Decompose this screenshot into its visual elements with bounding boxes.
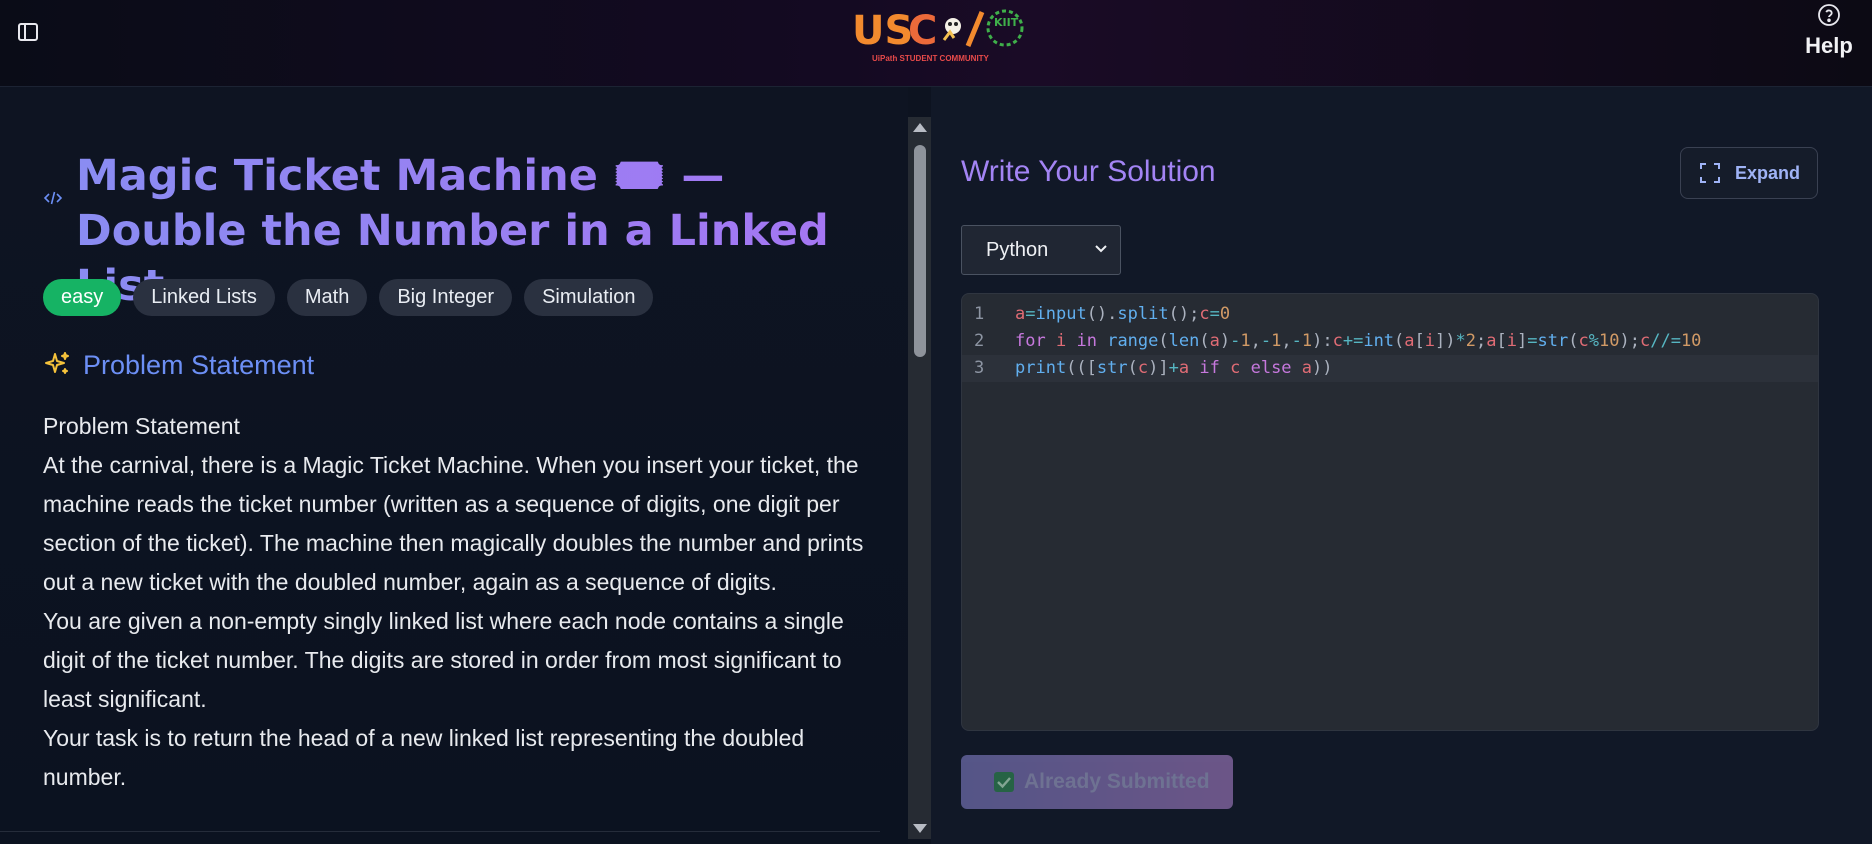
code-editor[interactable]: 1 a=input().split();c=0 2 for i in range…	[961, 293, 1819, 731]
chevron-down-icon	[1095, 245, 1107, 253]
help-button[interactable]: Help	[1804, 0, 1854, 70]
code-text: print(([str(c)]+a if c else a))	[1015, 358, 1333, 378]
problem-scrollbar[interactable]	[908, 117, 931, 839]
svg-text:C: C	[908, 8, 937, 54]
scroll-down-arrow-icon[interactable]	[913, 824, 927, 833]
problem-panel: Magic Ticket Machine 🎟️ — Double the Num…	[0, 87, 908, 844]
line-number: 3	[974, 358, 985, 378]
code-text: a=input().split();c=0	[1015, 304, 1231, 324]
submit-label: Already Submitted	[1024, 770, 1210, 793]
statement-paragraph: Your task is to return the head of a new…	[43, 725, 805, 790]
statement-paragraph: You are given a non-empty singly linked …	[43, 608, 844, 712]
line-number: 1	[974, 304, 985, 324]
statement-paragraph: At the carnival, there is a Magic Ticket…	[43, 452, 864, 595]
scroll-up-arrow-icon[interactable]	[913, 123, 927, 132]
difficulty-badge: easy	[43, 279, 122, 316]
expand-label: Expand	[1735, 162, 1801, 183]
solution-title: Write Your Solution	[961, 155, 1216, 188]
code-icon	[43, 191, 63, 205]
topic-tag: Simulation	[524, 279, 654, 316]
topic-tag: Big Integer	[379, 279, 513, 316]
solution-panel: Write Your Solution Expand Python 1 a=in…	[931, 87, 1872, 844]
svg-text:UiPath STUDENT COMMUNITY: UiPath STUDENT COMMUNITY	[872, 54, 990, 63]
language-value: Python	[986, 239, 1049, 261]
expand-button[interactable]: Expand	[1680, 147, 1818, 199]
divider	[0, 831, 880, 832]
help-icon	[1818, 4, 1840, 26]
topic-tag: Math	[286, 279, 368, 316]
svg-text:KIIT: KIIT	[994, 16, 1019, 29]
statement-paragraph: Problem Statement	[43, 413, 240, 439]
svg-text:US: US	[852, 8, 913, 54]
help-label: Help	[1805, 33, 1853, 58]
problem-statement-heading: Problem Statement	[43, 349, 314, 381]
code-text: for i in range(len(a)-1,-1,-1):c+=int(a[…	[1015, 331, 1702, 351]
expand-icon	[1700, 163, 1720, 183]
line-number: 2	[974, 331, 985, 351]
check-icon	[994, 772, 1014, 792]
sparkles-icon	[45, 352, 69, 374]
submit-button[interactable]: Already Submitted	[961, 755, 1233, 809]
language-select[interactable]: Python	[961, 225, 1121, 275]
code-line: 2 for i in range(len(a)-1,-1,-1):c+=int(…	[962, 328, 1818, 355]
section-title: Problem Statement	[83, 349, 315, 380]
sidebar-toggle-icon[interactable]	[16, 20, 40, 44]
top-bar: US C KIIT UiPath STUDENT COMMUNITY Help	[0, 0, 1872, 87]
topic-tag: Linked Lists	[133, 279, 275, 316]
scroll-thumb[interactable]	[914, 145, 926, 357]
problem-statement-text: Problem Statement At the carnival, there…	[43, 407, 883, 797]
tag-list: easy Linked Lists Math Big Integer Simul…	[43, 279, 654, 317]
usc-kiit-logo: US C KIIT UiPath STUDENT COMMUNITY	[852, 8, 1024, 63]
code-line: 1 a=input().split();c=0	[962, 301, 1818, 328]
code-line-active: 3 print(([str(c)]+a if c else a))	[962, 355, 1818, 382]
